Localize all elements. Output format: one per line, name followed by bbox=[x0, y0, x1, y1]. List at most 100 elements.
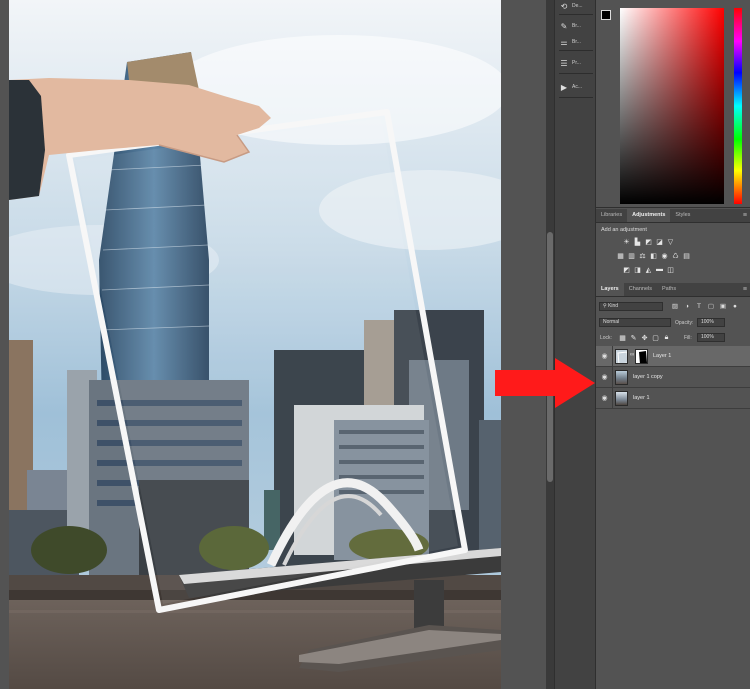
color-lookup-icon[interactable]: ▤ bbox=[682, 251, 691, 260]
brush-settings-icon: ⚌ bbox=[560, 37, 568, 47]
tab-adjustments[interactable]: Adjustments bbox=[627, 209, 671, 222]
strip-divider bbox=[559, 73, 593, 74]
blend-mode-select[interactable]: Normal bbox=[599, 318, 671, 327]
color-panel bbox=[596, 0, 750, 208]
layer-filter-select[interactable]: ⚲ Kind bbox=[599, 302, 663, 311]
layer-row[interactable]: ◉ layer 1 copy bbox=[596, 367, 750, 388]
canvas-photo bbox=[9, 0, 501, 689]
brightness-contrast-icon[interactable]: ☀ bbox=[622, 237, 631, 246]
invert-icon[interactable]: ◩ bbox=[622, 265, 631, 274]
exposure-icon[interactable]: ◪ bbox=[655, 237, 664, 246]
strip-item-brush[interactable]: ✎ Br... bbox=[559, 18, 593, 34]
panel-menu-icon[interactable]: ≡ bbox=[743, 286, 747, 293]
actions-icon: ▶ bbox=[560, 82, 568, 92]
adjustment-icons-row-3: ◩ ◨ ◭ ▬ ◫ bbox=[622, 265, 675, 274]
strip-divider bbox=[559, 50, 593, 51]
strip-divider bbox=[559, 97, 593, 98]
lock-transparency-icon[interactable]: ▦ bbox=[618, 333, 627, 342]
brush-icon: ✎ bbox=[560, 21, 568, 31]
panel-menu-icon[interactable]: ≡ bbox=[743, 212, 747, 219]
canvas-pasteboard bbox=[501, 0, 546, 689]
layers-tabbar: Layers Channels Paths ≡ bbox=[596, 283, 750, 297]
lock-position-icon[interactable]: ✥ bbox=[640, 333, 649, 342]
adjustment-icons-row-2: ▦ ▥ ⚖ ◧ ◉ ♺ ▤ bbox=[616, 251, 691, 260]
layer-thumbnail bbox=[615, 349, 628, 364]
levels-icon[interactable]: ▙ bbox=[633, 237, 642, 246]
lock-artboard-icon[interactable]: ▢ bbox=[651, 333, 660, 342]
visibility-eye-icon[interactable]: ◉ bbox=[600, 352, 609, 361]
lock-icons: ▦ ✎ ✥ ▢ 🔒︎ bbox=[618, 333, 671, 342]
layer-thumbnail bbox=[615, 370, 628, 385]
strip-item-properties[interactable]: ☰ Pr... bbox=[559, 55, 593, 71]
photo-filter-icon[interactable]: ◉ bbox=[660, 251, 669, 260]
pixel-filter-icon[interactable]: ▨ bbox=[671, 302, 679, 310]
visibility-eye-icon[interactable]: ◉ bbox=[600, 394, 609, 403]
foreground-swatch[interactable] bbox=[601, 10, 611, 20]
history-icon: ⟲ bbox=[560, 1, 568, 11]
hue-slider[interactable] bbox=[734, 8, 742, 204]
layer-filter-icons: ▨ ◑ T ▢ ▣ ● bbox=[671, 302, 739, 311]
row-divider bbox=[612, 388, 613, 409]
chain-link-icon[interactable]: ∞ bbox=[630, 352, 634, 358]
properties-icon: ☰ bbox=[560, 58, 568, 68]
adjustment-icons-row-1: ☀ ▙ ◩ ◪ ▽ bbox=[622, 237, 675, 246]
opacity-label: Opacity: bbox=[675, 320, 694, 326]
tab-channels[interactable]: Channels bbox=[624, 283, 657, 296]
posterize-icon[interactable]: ◨ bbox=[633, 265, 642, 274]
layer-name[interactable]: layer 1 bbox=[633, 395, 650, 401]
strip-divider bbox=[559, 14, 593, 15]
strip-label: Br... bbox=[572, 23, 581, 29]
strip-item-actions[interactable]: ▶ Ac... bbox=[559, 79, 593, 95]
channel-mixer-icon[interactable]: ♺ bbox=[671, 251, 680, 260]
layer-mask-thumbnail[interactable] bbox=[635, 349, 648, 364]
threshold-icon[interactable]: ◭ bbox=[644, 265, 653, 274]
shape-filter-icon[interactable]: ▢ bbox=[707, 302, 715, 310]
smart-object-filter-icon[interactable]: ▣ bbox=[719, 302, 727, 310]
strip-label: De... bbox=[572, 3, 583, 9]
vibrance-icon[interactable]: ▦ bbox=[616, 251, 625, 260]
strip-item-brush-settings[interactable]: ⚌ Br... bbox=[559, 34, 593, 50]
strip-item-history[interactable]: ⟲ De... bbox=[559, 0, 593, 14]
curves-icon[interactable]: ◩ bbox=[644, 237, 653, 246]
type-filter-icon[interactable]: T bbox=[695, 302, 703, 310]
layer-row[interactable]: ◉ ∞ Layer 1 bbox=[596, 346, 750, 367]
layer-thumbnail bbox=[615, 391, 628, 406]
color-field[interactable] bbox=[620, 8, 724, 204]
lock-all-icon[interactable]: 🔒︎ bbox=[662, 333, 671, 342]
strip-label: Br... bbox=[572, 39, 581, 45]
color-balance-icon[interactable]: ⚖ bbox=[638, 251, 647, 260]
scrollbar-thumb[interactable] bbox=[547, 232, 553, 482]
hue-saturation-icon[interactable]: ▥ bbox=[627, 251, 636, 260]
gradient-triangle-icon[interactable]: ▽ bbox=[666, 237, 675, 246]
tab-layers[interactable]: Layers bbox=[596, 283, 624, 296]
visibility-eye-icon[interactable]: ◉ bbox=[600, 373, 609, 382]
adjustments-title: Add an adjustment bbox=[601, 227, 647, 233]
fill-field[interactable]: 100% bbox=[697, 333, 725, 342]
strip-label: Pr... bbox=[572, 60, 581, 66]
filter-kind-value: Kind bbox=[608, 303, 619, 309]
adjustment-filter-icon[interactable]: ◑ bbox=[683, 302, 691, 310]
lock-label: Lock: bbox=[600, 335, 612, 341]
layer-name[interactable]: layer 1 copy bbox=[633, 374, 663, 380]
lock-pixels-icon[interactable]: ✎ bbox=[629, 333, 638, 342]
fill-label: Fill: bbox=[684, 335, 692, 341]
fill-value: 100% bbox=[701, 334, 714, 340]
blend-mode-value: Normal bbox=[603, 319, 620, 325]
opacity-field[interactable]: 100% bbox=[697, 318, 725, 327]
row-divider bbox=[612, 346, 613, 367]
opacity-value: 100% bbox=[701, 319, 714, 325]
tab-paths[interactable]: Paths bbox=[657, 283, 681, 296]
collapsed-panel-strip: ⟲ De... ✎ Br... ⚌ Br... ☰ Pr... ▶ Ac... bbox=[554, 0, 596, 689]
filter-toggle-icon[interactable]: ● bbox=[731, 302, 739, 310]
selective-color-icon[interactable]: ◫ bbox=[666, 265, 675, 274]
canvas-gutter bbox=[0, 0, 9, 689]
row-divider bbox=[612, 367, 613, 388]
tab-libraries[interactable]: Libraries bbox=[596, 209, 627, 222]
layer-name[interactable]: Layer 1 bbox=[653, 353, 671, 359]
layer-row[interactable]: ◉ layer 1 bbox=[596, 388, 750, 409]
black-white-icon[interactable]: ◧ bbox=[649, 251, 658, 260]
tab-styles[interactable]: Styles bbox=[670, 209, 695, 222]
vertical-scrollbar[interactable] bbox=[546, 0, 554, 689]
gradient-map-icon[interactable]: ▬ bbox=[655, 265, 664, 274]
document-canvas[interactable] bbox=[9, 0, 501, 689]
